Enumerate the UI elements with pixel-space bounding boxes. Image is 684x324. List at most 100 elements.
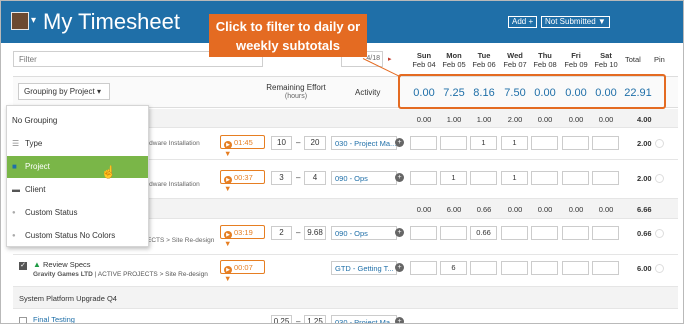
add-activity-icon[interactable]: + — [395, 173, 404, 182]
remaining-low-input[interactable]: 10 — [271, 136, 292, 150]
remaining-low-input[interactable]: 0.25 — [271, 315, 292, 323]
group-day-value: 1.00 — [446, 115, 462, 124]
hours-input[interactable] — [592, 171, 619, 185]
day-header-sun[interactable]: Sun Feb 04 — [407, 51, 441, 69]
pin-toggle[interactable] — [655, 229, 664, 238]
hours-input[interactable] — [531, 261, 558, 275]
option-custom-status-no-colors[interactable]: ● Custom Status No Colors — [7, 225, 148, 247]
next-week-icon[interactable]: ▸ — [388, 55, 392, 63]
hours-input[interactable] — [410, 136, 437, 150]
hours-input[interactable] — [531, 171, 558, 185]
hours-input[interactable] — [501, 226, 528, 240]
hours-input[interactable] — [470, 171, 497, 185]
avatar[interactable] — [11, 12, 29, 30]
warning-icon: ▲ — [33, 260, 41, 269]
activity-select[interactable]: 090 - Ops — [331, 226, 397, 240]
hours-input[interactable] — [562, 171, 589, 185]
add-activity-icon[interactable]: + — [395, 263, 404, 272]
timer-button[interactable]: ▶ 00:07 ▼ — [220, 260, 265, 283]
day-header-thu[interactable]: Thu Feb 08 — [528, 51, 562, 69]
pin-toggle[interactable] — [655, 139, 664, 148]
timer-button[interactable]: ▶ 03:19 ▼ — [220, 225, 265, 248]
add-button[interactable]: Add + — [508, 16, 538, 28]
callout-highlight — [398, 74, 666, 109]
hours-input[interactable] — [501, 261, 528, 275]
remaining-range: 0.25 – 1.25 — [271, 315, 328, 323]
hours-input[interactable] — [440, 136, 467, 150]
grouping-dropdown-button[interactable]: Grouping by Project ▾ — [18, 83, 110, 100]
list-icon: ☰ — [12, 139, 20, 148]
callout-annotation: Click to filter to daily or weekly subto… — [209, 14, 367, 57]
remaining-high-input[interactable]: 20 — [304, 136, 326, 150]
row-total: 0.66 — [637, 229, 652, 238]
page-title: My Timesheet — [43, 9, 180, 34]
hours-input[interactable] — [562, 136, 589, 150]
add-activity-icon[interactable]: + — [395, 138, 404, 147]
hours-input[interactable]: 1 — [470, 136, 497, 150]
hours-input[interactable] — [440, 226, 467, 240]
task-checkbox[interactable]: ✓ — [19, 262, 27, 270]
hours-input[interactable]: 6 — [440, 261, 467, 275]
activity-select[interactable]: 030 - Project Ma... — [331, 136, 397, 150]
pin-toggle[interactable] — [655, 264, 664, 273]
remaining-high-input[interactable]: 1.25 — [304, 315, 326, 323]
add-activity-icon[interactable]: + — [395, 317, 404, 323]
hours-input[interactable] — [410, 226, 437, 240]
day-header-wed[interactable]: Wed Feb 07 — [498, 51, 532, 69]
timer-button[interactable]: ▶ 01:45 ▼ — [220, 135, 265, 158]
remaining-low-input[interactable]: 3 — [271, 171, 292, 185]
remaining-high-input[interactable]: 9.68 — [304, 226, 326, 240]
hand-cursor-icon: ☝ — [101, 165, 116, 179]
day-header-mon[interactable]: Mon Feb 05 — [437, 51, 471, 69]
hours-input[interactable] — [531, 136, 558, 150]
hours-input[interactable] — [470, 261, 497, 275]
hours-input[interactable] — [562, 261, 589, 275]
task-checkbox[interactable] — [19, 317, 27, 323]
remaining-high-input[interactable]: 4 — [304, 171, 326, 185]
group-total: 4.00 — [637, 115, 652, 124]
remaining-low-input[interactable]: 2 — [271, 226, 292, 240]
hours-input[interactable]: 1 — [501, 136, 528, 150]
activity-select[interactable]: GTD - Getting T... — [331, 261, 397, 275]
add-activity-icon[interactable]: + — [395, 228, 404, 237]
activity-select[interactable]: 090 - Ops — [331, 171, 397, 185]
pin-toggle[interactable] — [655, 174, 664, 183]
option-client[interactable]: ▬ Client — [7, 179, 148, 201]
grouping-label: Grouping by Project — [24, 87, 95, 96]
group-day-value: 0.00 — [598, 205, 614, 214]
day-header-fri[interactable]: Fri Feb 09 — [559, 51, 593, 69]
pin-header: Pin — [654, 55, 665, 64]
play-icon: ▶ — [224, 266, 232, 274]
hours-input[interactable] — [562, 226, 589, 240]
hours-input[interactable] — [410, 171, 437, 185]
hours-input[interactable] — [410, 261, 437, 275]
grouping-dropdown-menu: No Grouping ☰ Type ■ Project ▬ Client ● Cust… — [6, 105, 149, 247]
hours-input[interactable] — [592, 226, 619, 240]
hours-input[interactable]: 1 — [440, 171, 467, 185]
option-project[interactable]: ■ Project — [7, 156, 148, 178]
folder-icon: ■ — [12, 162, 17, 171]
play-icon: ▶ — [224, 141, 232, 149]
group-day-value: 0.00 — [416, 205, 432, 214]
briefcase-icon: ▬ — [12, 185, 20, 194]
option-custom-status[interactable]: ● Custom Status — [7, 202, 148, 224]
timer-button[interactable]: ▶ 00:37 ▼ — [220, 170, 265, 193]
submission-status-button[interactable]: Not Submitted ▼ — [541, 16, 610, 28]
activity-select[interactable]: 030 - Project Ma... — [331, 315, 397, 323]
hours-input[interactable] — [592, 261, 619, 275]
option-type[interactable]: ☰ Type — [7, 133, 148, 155]
task-title[interactable]: ▲ Review Specs — [33, 260, 91, 269]
dot-icon: ● — [12, 233, 16, 239]
day-header-tue[interactable]: Tue Feb 06 — [467, 51, 501, 69]
hours-input[interactable] — [592, 136, 619, 150]
hours-input[interactable] — [531, 226, 558, 240]
remaining-range: 2 – 9.68 — [271, 226, 328, 240]
group-day-value: 2.00 — [507, 115, 523, 124]
hours-input[interactable]: 0.66 — [470, 226, 497, 240]
task-title[interactable]: Final Testing — [33, 315, 75, 323]
option-no-grouping[interactable]: No Grouping — [7, 110, 148, 132]
hours-input[interactable]: 1 — [501, 171, 528, 185]
caret-down-icon[interactable]: ▾ — [31, 15, 36, 26]
day-header-sat[interactable]: Sat Feb 10 — [589, 51, 623, 69]
play-icon: ▶ — [224, 176, 232, 184]
